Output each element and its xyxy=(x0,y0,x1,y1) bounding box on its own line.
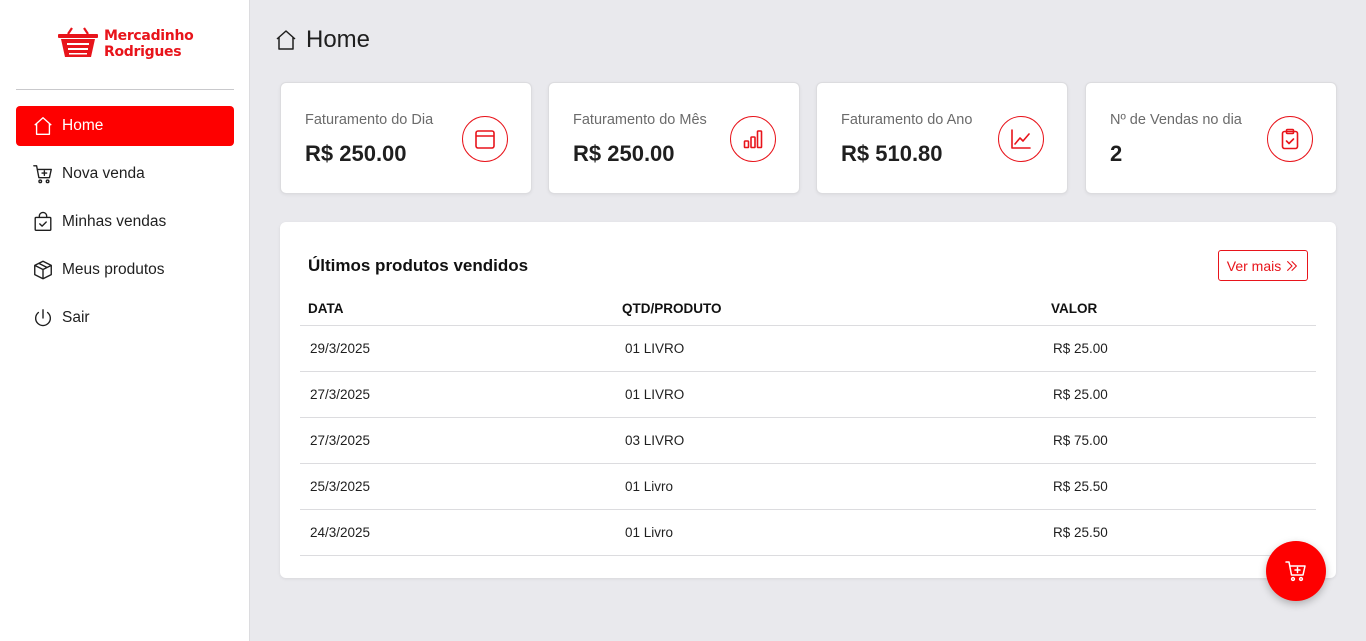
table-row: 24/3/2025 01 Livro R$ 25.50 xyxy=(300,510,1316,556)
cell-valor: R$ 75.00 xyxy=(1053,433,1108,448)
cell-data: 29/3/2025 xyxy=(310,341,371,356)
column-header-data: DATA xyxy=(308,301,344,316)
sidebar-item-minhas-vendas[interactable]: Minhas vendas xyxy=(16,202,234,242)
sidebar-item-label: Minhas vendas xyxy=(62,213,167,230)
cell-valor: R$ 25.00 xyxy=(1053,341,1108,356)
cell-qtd-produto: 01 Livro xyxy=(625,525,674,540)
line-chart-icon xyxy=(998,116,1044,162)
cell-data: 27/3/2025 xyxy=(310,387,371,402)
clipboard-check-icon xyxy=(1267,116,1313,162)
stat-card-vendas-dia: Nº de Vendas no dia 2 xyxy=(1085,82,1337,194)
calendar-icon xyxy=(462,116,508,162)
cell-data: 25/3/2025 xyxy=(310,479,371,494)
stat-card-faturamento-dia: Faturamento do Dia R$ 250.00 xyxy=(280,82,532,194)
sidebar-item-home[interactable]: Home xyxy=(16,106,234,146)
cell-data: 27/3/2025 xyxy=(310,433,371,448)
table-header: DATA QTD/PRODUTO VALOR xyxy=(300,292,1316,326)
column-header-valor: VALOR xyxy=(1051,301,1098,316)
recent-products-panel: Últimos produtos vendidos Ver mais DATA … xyxy=(280,222,1336,578)
table-row: 27/3/2025 01 LIVRO R$ 25.00 xyxy=(300,372,1316,418)
cell-valor: R$ 25.50 xyxy=(1053,525,1108,540)
cart-plus-icon xyxy=(32,163,54,185)
double-chevron-right-icon xyxy=(1287,260,1298,271)
sidebar-item-label: Sair xyxy=(62,309,90,326)
box-icon xyxy=(32,259,54,281)
brand-name: Mercadinho Rodrigues xyxy=(104,28,194,60)
basket-icon xyxy=(58,27,98,57)
home-icon xyxy=(32,115,54,137)
stat-card-label: Faturamento do Ano xyxy=(841,112,973,128)
sidebar-item-meus-produtos[interactable]: Meus produtos xyxy=(16,250,234,290)
stat-card-label: Faturamento do Dia xyxy=(305,112,434,128)
recent-products-table: DATA QTD/PRODUTO VALOR 29/3/2025 01 LIVR… xyxy=(300,292,1316,556)
table-row: 25/3/2025 01 Livro R$ 25.50 xyxy=(300,464,1316,510)
bag-check-icon xyxy=(32,211,54,233)
brand-line-2: Rodrigues xyxy=(104,44,182,60)
column-header-qtd-produto: QTD/PRODUTO xyxy=(622,301,722,316)
ver-mais-label: Ver mais xyxy=(1226,257,1282,274)
sidebar-item-label: Home xyxy=(62,117,104,134)
cell-qtd-produto: 01 LIVRO xyxy=(625,341,685,356)
cell-qtd-produto: 03 LIVRO xyxy=(625,433,685,448)
stat-card-faturamento-mes: Faturamento do Mês R$ 250.00 xyxy=(548,82,800,194)
page-title-text: Home xyxy=(306,26,371,53)
table-row: 27/3/2025 03 LIVRO R$ 75.00 xyxy=(300,418,1316,464)
stat-card-value: R$ 510.80 xyxy=(841,141,943,166)
home-icon xyxy=(276,30,296,50)
cell-valor: R$ 25.50 xyxy=(1053,479,1108,494)
new-sale-fab[interactable] xyxy=(1266,541,1326,601)
panel-title: Últimos produtos vendidos xyxy=(308,256,529,275)
cart-plus-icon xyxy=(1285,561,1306,582)
stat-card-label: Nº de Vendas no dia xyxy=(1110,112,1242,128)
sidebar-item-label: Meus produtos xyxy=(62,261,165,278)
stat-card-value: R$ 250.00 xyxy=(573,141,675,166)
bar-chart-icon xyxy=(730,116,776,162)
cell-data: 24/3/2025 xyxy=(310,525,371,540)
stat-card-value: R$ 250.00 xyxy=(305,141,407,166)
sidebar-item-label: Nova venda xyxy=(62,165,145,182)
cell-valor: R$ 25.00 xyxy=(1053,387,1108,402)
brand-line-1: Mercadinho xyxy=(104,28,194,44)
sidebar: Mercadinho Rodrigues Home Nova venda Min… xyxy=(0,0,250,641)
power-icon xyxy=(32,307,54,329)
page-title: Home xyxy=(274,26,370,54)
sidebar-item-sair[interactable]: Sair xyxy=(16,298,234,338)
sidebar-divider xyxy=(16,89,234,90)
sidebar-nav: Home Nova venda Minhas vendas Meus produ… xyxy=(16,106,234,346)
table-row: 29/3/2025 01 LIVRO R$ 25.00 xyxy=(300,326,1316,372)
brand-logo[interactable]: Mercadinho Rodrigues xyxy=(56,26,194,62)
stat-card-value: 2 xyxy=(1110,141,1123,166)
sidebar-item-nova-venda[interactable]: Nova venda xyxy=(16,154,234,194)
stat-card-faturamento-ano: Faturamento do Ano R$ 510.80 xyxy=(816,82,1068,194)
cell-qtd-produto: 01 Livro xyxy=(625,479,674,494)
ver-mais-button[interactable]: Ver mais xyxy=(1218,250,1308,281)
stat-card-label: Faturamento do Mês xyxy=(573,112,707,128)
cell-qtd-produto: 01 LIVRO xyxy=(625,387,685,402)
